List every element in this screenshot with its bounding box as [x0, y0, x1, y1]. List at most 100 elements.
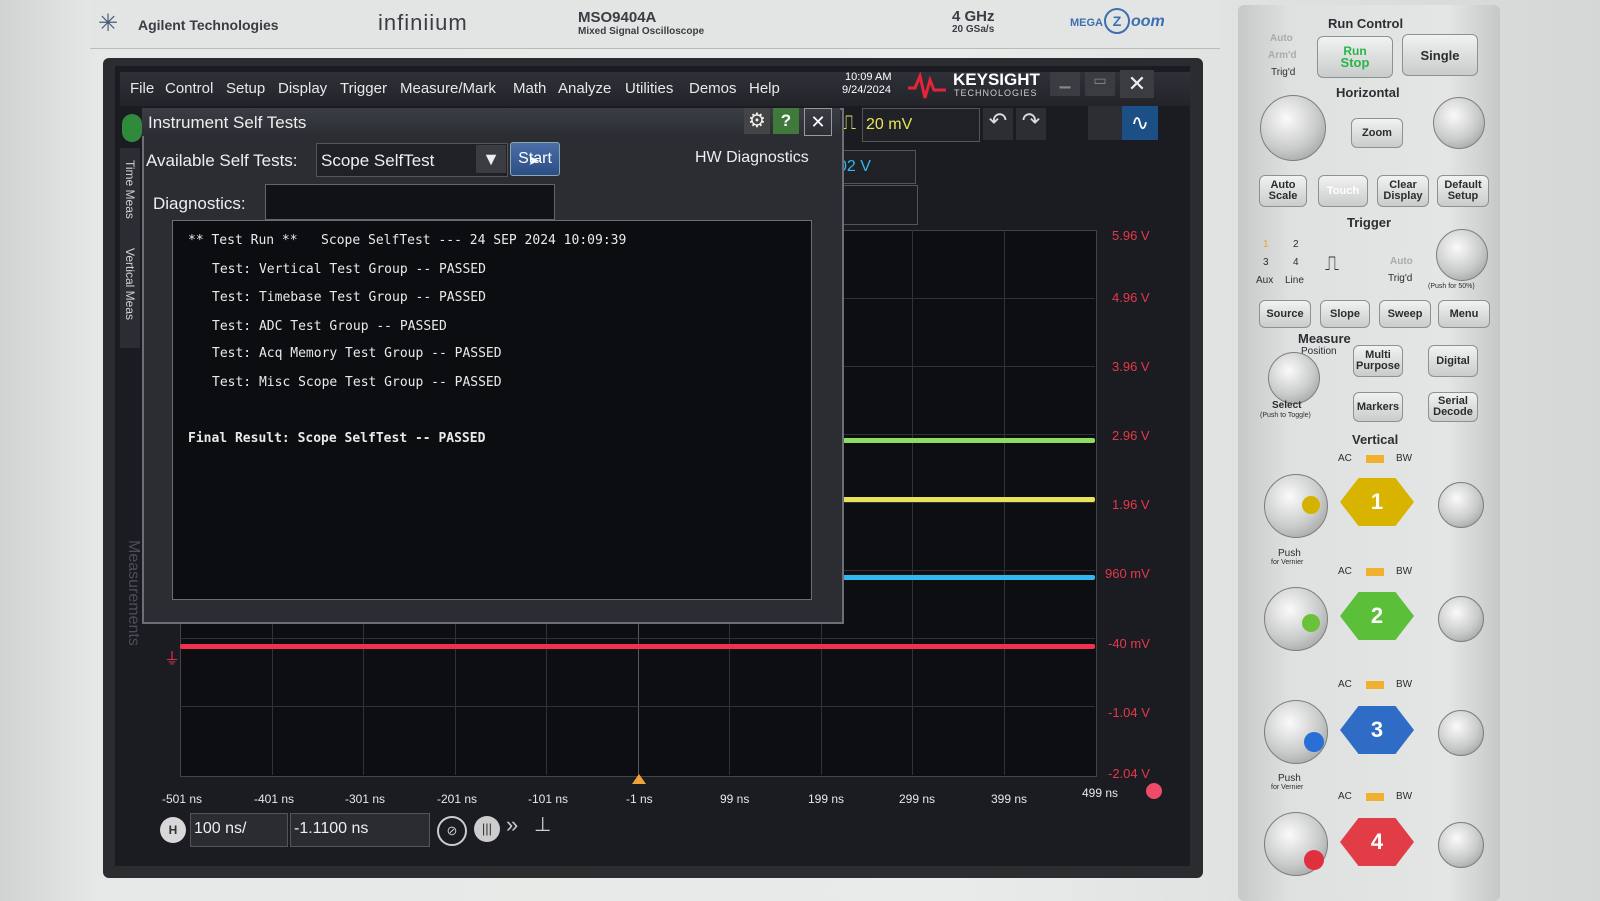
sweep-button[interactable]: Sweep — [1379, 300, 1431, 328]
expand-icon[interactable]: » — [506, 812, 518, 838]
ch4-ac-label: AC — [1338, 791, 1352, 802]
waveform-mode-icon[interactable]: ∿ — [1122, 106, 1158, 140]
time-label: 399 ns — [991, 792, 1028, 806]
ch1-offset-knob[interactable] — [1438, 482, 1484, 528]
push-to-toggle-label: (Push to Toggle) — [1260, 412, 1311, 419]
select-label: Select — [1272, 400, 1302, 411]
keysight-wave-icon — [908, 71, 946, 100]
ch4-status-led — [1366, 793, 1384, 801]
armd-indicator: Arm'd — [1268, 50, 1297, 61]
sample-rate: 20 GSa/s — [952, 24, 995, 35]
channel-1-trace — [840, 497, 1095, 502]
digital-label: Digital — [1436, 354, 1470, 367]
multi-purpose-button[interactable]: Multi Purpose — [1353, 345, 1403, 377]
close-window-button[interactable]: ✕ — [1120, 70, 1154, 98]
channel-3-trace — [840, 575, 1095, 580]
measure-select-knob[interactable] — [1268, 352, 1320, 404]
menu-help[interactable]: Help — [749, 80, 780, 97]
trigger-auto-indicator: Auto — [1390, 256, 1413, 267]
serial-decode-button[interactable]: Serial Decode — [1428, 392, 1478, 422]
trigger-position-marker-icon[interactable] — [632, 774, 646, 784]
time-label: 499 ns — [1082, 786, 1119, 800]
menu-demos[interactable]: Demos — [689, 80, 737, 97]
undo-button[interactable]: ↶ — [983, 108, 1013, 140]
model-name: MSO9404A — [578, 9, 657, 26]
minimize-button[interactable]: ▁ — [1050, 72, 1080, 96]
grid-line — [180, 706, 1095, 707]
time-label: 99 ns — [720, 792, 750, 806]
hw-diagnostics-link[interactable]: HW Diagnostics — [695, 149, 809, 167]
channel-4-trace — [180, 644, 1095, 649]
keysight-logo-sub: TECHNOLOGIES — [954, 88, 1038, 98]
time-label: 199 ns — [808, 792, 845, 806]
ch2-status-led — [1366, 568, 1384, 576]
menu-measure-mark[interactable]: Measure/Mark — [400, 80, 496, 97]
ch4-offset-knob[interactable] — [1438, 822, 1484, 868]
available-tests-value: Scope SelfTest — [321, 151, 435, 170]
touch-button[interactable]: Touch — [1318, 175, 1368, 207]
time-label: -101 ns — [528, 792, 569, 806]
trigger-source-3: 3 — [1263, 257, 1269, 268]
sweep-label: Sweep — [1387, 307, 1423, 320]
trigd-indicator: Trig'd — [1271, 67, 1296, 78]
clear-display-button[interactable]: Clear Display — [1377, 175, 1429, 207]
source-button[interactable]: Source — [1259, 300, 1311, 328]
menu-math[interactable]: Math — [513, 80, 546, 97]
product-name: infiniium — [378, 10, 468, 35]
maximize-button[interactable]: ▭ — [1085, 72, 1115, 96]
chevron-down-icon[interactable]: ▼ — [476, 145, 506, 173]
megazoom-logo: MEGA Zoom — [1070, 8, 1165, 34]
channel-4-ground-marker-icon[interactable]: ⏚ — [164, 645, 180, 669]
menu-display[interactable]: Display — [278, 80, 327, 97]
ch3-offset-knob[interactable] — [1438, 710, 1484, 756]
markers-label: Markers — [1356, 400, 1400, 413]
reference-icon[interactable]: ⊘ — [437, 816, 467, 846]
volt-label: 4.96 V — [1112, 290, 1150, 305]
horizontal-scale-knob[interactable] — [1260, 95, 1326, 161]
auto-scale-button[interactable]: Auto Scale — [1259, 175, 1307, 207]
help-button[interactable]: ? — [773, 108, 799, 134]
digital-button[interactable]: Digital — [1428, 345, 1478, 377]
run-stop-button[interactable]: Run Stop — [1317, 36, 1393, 78]
volt-label: -2.04 V — [1108, 766, 1150, 781]
diagnostics-field[interactable] — [265, 184, 555, 220]
log-header: ** Test Run ** Scope SelfTest --- 24 SEP… — [188, 233, 627, 248]
side-tab-time-meas[interactable]: Time Meas — [123, 160, 137, 219]
side-tab-vertical-meas[interactable]: Vertical Meas — [123, 248, 137, 320]
ch3-scale-knob[interactable] — [1264, 700, 1328, 764]
brand-bar: ✳ Agilent Technologies infiniium MSO9404… — [90, 0, 1220, 49]
trigger-level-knob[interactable] — [1436, 229, 1488, 281]
ch3-bw-label: BW — [1396, 679, 1413, 690]
zoom-tool-button[interactable] — [1088, 106, 1122, 140]
dialog-close-button[interactable]: ✕ — [804, 108, 832, 136]
menu-control[interactable]: Control — [165, 80, 213, 97]
slope-button[interactable]: Slope — [1320, 300, 1370, 328]
markers-button[interactable]: Markers — [1353, 392, 1403, 422]
ch1-for-vernier-label: for Vernier — [1271, 559, 1304, 566]
segment-icon[interactable]: ||| — [474, 816, 500, 842]
multi-purpose-label: Multi Purpose — [1355, 349, 1400, 372]
push-for-50-label: (Push for 50%) — [1428, 283, 1475, 290]
single-button[interactable]: Single — [1402, 34, 1478, 76]
zoom-button[interactable]: Zoom — [1351, 118, 1403, 148]
side-tab-measurements[interactable]: Measurements — [124, 540, 142, 646]
menu-utilities[interactable]: Utilities — [625, 80, 673, 97]
log-line: Test: Vertical Test Group -- PASSED — [212, 262, 486, 277]
default-setup-button[interactable]: Default Setup — [1437, 175, 1489, 207]
offscreen-indicator-icon[interactable] — [1146, 783, 1162, 799]
ch2-offset-knob[interactable] — [1438, 596, 1484, 642]
gear-icon[interactable]: ⚙ — [744, 108, 770, 134]
redo-button[interactable]: ↷ — [1016, 108, 1046, 140]
horizontal-position-knob[interactable] — [1433, 97, 1485, 149]
run-control-title: Run Control — [1328, 16, 1404, 31]
menu-setup[interactable]: Setup — [226, 80, 265, 97]
menu-trigger[interactable]: Trigger — [340, 80, 387, 97]
menu-file[interactable]: File — [130, 80, 154, 97]
time-label: -201 ns — [437, 792, 478, 806]
horizontal-badge[interactable]: H — [160, 817, 186, 843]
pin-icon[interactable]: ⊥ — [534, 812, 551, 837]
menu-button[interactable]: Menu — [1438, 300, 1490, 328]
trigger-source-1: 1 — [1263, 239, 1269, 250]
menu-analyze[interactable]: Analyze — [558, 80, 611, 97]
stop-label: Stop — [1340, 55, 1370, 70]
